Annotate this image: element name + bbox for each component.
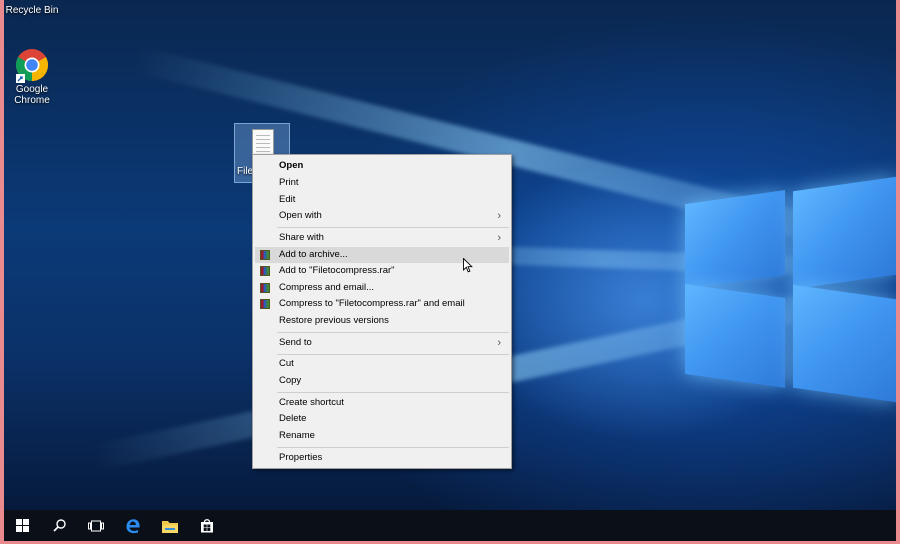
menu-item-copy[interactable]: Copy: [255, 373, 509, 389]
menu-item-label: Properties: [279, 452, 323, 463]
text-file-icon: [252, 129, 274, 157]
menu-separator: [277, 392, 509, 393]
winrar-icon: [260, 299, 270, 309]
menu-item-label: Edit: [279, 194, 296, 205]
desktop-icon-label: Recycle Bin: [5, 5, 59, 16]
menu-item-label: Cut: [279, 358, 294, 369]
menu-item-compress-to-rar-and-email[interactable]: Compress to "Filetocompress.rar" and ema…: [255, 296, 509, 312]
menu-item-restore-previous-versions[interactable]: Restore previous versions: [255, 313, 509, 329]
menu-item-label: Delete: [279, 413, 307, 424]
winrar-icon: [260, 250, 270, 260]
winrar-icon: [260, 266, 270, 276]
file-explorer-button[interactable]: [152, 510, 188, 541]
menu-item-rename[interactable]: Rename: [255, 428, 509, 444]
menu-item-label: Send to: [279, 337, 312, 348]
menu-item-open[interactable]: Open: [255, 158, 509, 174]
taskbar: [4, 510, 896, 541]
menu-separator: [277, 332, 509, 333]
chevron-right-icon: ›: [497, 232, 501, 244]
shortcut-arrow-icon: [16, 74, 25, 83]
menu-item-label: Compress and email...: [279, 282, 375, 293]
menu-item-label: Rename: [279, 430, 315, 441]
menu-separator: [277, 354, 509, 355]
desktop-icon-recycle-bin[interactable]: Recycle Bin: [4, 0, 60, 16]
menu-item-label: Add to "Filetocompress.rar": [279, 265, 395, 276]
edge-icon: [126, 518, 140, 533]
store-icon: [201, 519, 213, 533]
menu-item-send-to[interactable]: Send to ›: [255, 335, 509, 351]
menu-item-label: Restore previous versions: [279, 315, 389, 326]
file-explorer-icon: [162, 520, 178, 533]
chevron-right-icon: ›: [497, 337, 501, 349]
menu-item-share-with[interactable]: Share with ›: [255, 230, 509, 246]
wallpaper-pane: [685, 283, 785, 389]
task-view-icon: [88, 520, 104, 531]
menu-item-label: Compress to "Filetocompress.rar" and ema…: [279, 298, 465, 309]
menu-item-open-with[interactable]: Open with ›: [255, 208, 509, 224]
wallpaper-pane: [685, 189, 785, 290]
menu-separator: [277, 227, 509, 228]
menu-item-print[interactable]: Print: [255, 175, 509, 191]
start-button[interactable]: [4, 510, 40, 541]
desktop[interactable]: Recycle Bin Google Chrome Fileto Open Pr…: [4, 0, 896, 510]
edge-button[interactable]: [115, 510, 151, 541]
menu-item-edit[interactable]: Edit: [255, 192, 509, 208]
wallpaper-pane: [793, 284, 896, 403]
desktop-icon-label: Google Chrome: [14, 84, 50, 106]
winrar-icon: [260, 283, 270, 293]
menu-item-create-shortcut[interactable]: Create shortcut: [255, 395, 509, 411]
context-menu: Open Print Edit Open with › Share with › A…: [252, 154, 512, 469]
desktop-icon-google-chrome[interactable]: Google Chrome: [4, 48, 60, 106]
menu-item-properties[interactable]: Properties: [255, 450, 509, 466]
menu-item-label: Copy: [279, 375, 302, 386]
menu-item-cut[interactable]: Cut: [255, 356, 509, 372]
chevron-right-icon: ›: [497, 210, 501, 222]
search-icon: [52, 519, 66, 532]
start-icon: [15, 519, 29, 532]
menu-item-delete[interactable]: Delete: [255, 411, 509, 427]
menu-item-label: Print: [279, 177, 299, 188]
store-button[interactable]: [189, 510, 225, 541]
menu-item-compress-and-email[interactable]: Compress and email...: [255, 280, 509, 296]
mouse-cursor-icon: [463, 258, 473, 273]
menu-item-label: Open with: [279, 210, 322, 221]
task-view-button[interactable]: [78, 510, 114, 541]
menu-separator: [277, 447, 509, 448]
search-button[interactable]: [41, 510, 77, 541]
menu-item-label: Add to archive...: [279, 249, 348, 260]
menu-item-label: Share with: [279, 232, 324, 243]
wallpaper-pane: [793, 176, 896, 290]
menu-item-label: Create shortcut: [279, 397, 344, 408]
menu-item-label: Open: [279, 160, 304, 171]
